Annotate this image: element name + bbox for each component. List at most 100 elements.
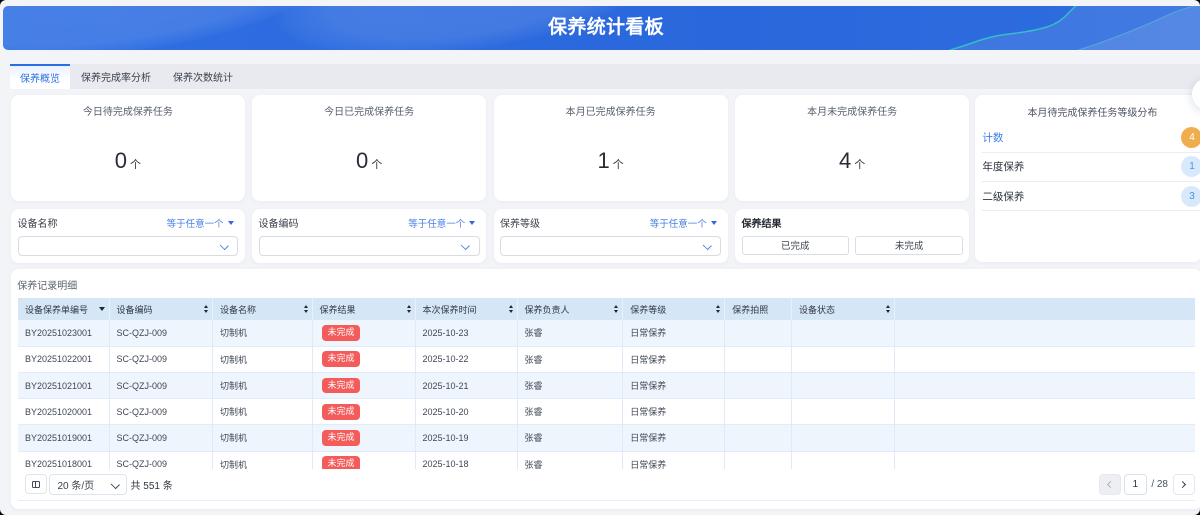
result-option-button[interactable]: 已完成 [741,235,849,256]
total-count: 共 551 条 [130,480,173,492]
table-cell: 张睿 [517,451,624,469]
table-cell: BY20251018001 [18,451,110,469]
table-cell: 张睿 [517,319,624,347]
table-row[interactable]: BY20251022001 SC-QZJ-009 切制机 未完成 2025-10-22 张… [18,346,1195,373]
level-label: 年度保养 [982,161,1025,174]
table-cell [791,319,896,347]
table-cell: 2025-10-18 [415,451,518,469]
level-count-badge: 3 [1181,185,1200,207]
column-header[interactable]: 保养负责人 [517,298,624,320]
filter-label: 设备编码 [258,219,299,231]
caret-down-icon [227,220,234,225]
table-row[interactable]: BY20251018001 SC-QZJ-009 切制机 未完成 2025-10-18 张… [18,451,1195,469]
table-cell: 日常保养 [622,372,726,400]
column-label: 设备状态 [798,304,835,315]
column-settings-button[interactable] [25,474,47,495]
sort-icon[interactable] [886,305,891,313]
level-label: 二级保养 [982,190,1025,203]
table-row[interactable]: BY20251021001 SC-QZJ-009 切制机 未完成 2025-10-21 张… [18,372,1195,400]
table-cell [791,346,896,373]
status-badge: 未完成 [322,377,361,394]
maintenance-table: 设备保养单编号 设备编码 设备名称 保养结果 本次保养时间 保养负责人 保养等级 保养拍照 设备… [18,298,1195,469]
caret-down-icon [710,220,717,225]
table-cell [791,451,896,469]
column-header[interactable]: 保养等级 [622,298,726,320]
status-badge: 未完成 [322,403,361,420]
table-cell: 未完成 [312,319,416,347]
column-header[interactable]: 设备编码 [109,298,213,320]
caret-down-icon [469,220,476,225]
table-cell: 张睿 [517,424,624,452]
stat-value: 4个 [839,148,866,173]
status-badge: 未完成 [322,324,361,341]
sort-icon[interactable] [406,305,411,313]
column-label: 设备编码 [116,304,153,315]
filter-card-1: 设备名称 等于任意一个 [11,208,245,263]
filter-select[interactable] [258,235,480,256]
tab-2[interactable]: 保养完成率分析 [70,64,162,90]
tab-3[interactable]: 保养次数统计 [162,64,244,90]
table-row[interactable]: BY20251020001 SC-QZJ-009 切制机 未完成 2025-10-20 张… [18,398,1195,426]
result-option-button[interactable]: 未完成 [855,235,963,256]
stat-unit: 个 [129,159,141,171]
sort-icon[interactable] [716,305,721,313]
column-header[interactable]: 保养结果 [312,298,416,320]
next-page-button[interactable] [1173,474,1195,495]
column-header[interactable]: 设备保养单编号 [18,298,110,320]
table-row[interactable]: BY20251023001 SC-QZJ-009 切制机 未完成 2025-10-23 张… [18,319,1195,347]
table-cell: SC-QZJ-009 [109,424,213,452]
stat-card-1: 今日待完成保养任务 0 个 [11,95,245,201]
table-cell: 2025-10-21 [415,372,518,400]
filter-select[interactable] [500,235,722,256]
table-cell: SC-QZJ-009 [109,398,213,426]
filter-select[interactable] [17,235,239,256]
column-label: 设备保养单编号 [25,304,89,315]
chevron-left-icon [1107,481,1115,489]
sort-icon[interactable] [303,305,308,313]
table-row[interactable]: BY20251019001 SC-QZJ-009 切制机 未完成 2025-10-19 张… [18,424,1195,452]
column-header[interactable]: 保养拍照 [724,298,792,320]
column-header[interactable]: 设备名称 [212,298,313,320]
table-cell: SC-QZJ-009 [109,372,213,400]
table-cell: 切制机 [212,424,313,452]
page-total: / 28 [1151,478,1168,490]
level-panel-rows: 计数 4 年度保养 1 二级保养 3 [982,124,1200,212]
column-header [894,298,1195,320]
table-cell [894,346,1195,373]
table-cell [791,424,896,452]
page-input[interactable]: 1 [1123,474,1147,495]
status-badge: 未完成 [322,456,361,469]
sort-icon[interactable] [508,305,513,313]
table-cell [791,398,896,426]
table-cell: 张睿 [517,372,624,400]
stat-unit: 个 [612,159,624,171]
filter-caret-icon[interactable] [98,307,105,312]
table-cell: 2025-10-22 [415,346,518,373]
filter-operator[interactable]: 等于任意一个 [167,216,234,230]
column-header[interactable]: 设备状态 [791,298,896,320]
stat-value: 0个 [356,148,383,173]
table-cell: 切制机 [212,372,313,400]
filter-operator[interactable]: 等于任意一个 [650,216,717,230]
sort-icon[interactable] [614,305,619,313]
table-cell: 张睿 [517,346,624,373]
table-cell: SC-QZJ-009 [109,346,213,373]
column-label: 保养结果 [319,304,356,315]
table-cell: BY20251022001 [18,346,110,373]
column-header[interactable]: 本次保养时间 [415,298,518,320]
table-cell: 切制机 [212,451,313,469]
tab-1[interactable]: 保养概览 [10,63,70,89]
sort-icon[interactable] [204,305,208,313]
table-cell: 2025-10-23 [415,319,518,347]
page-size-select[interactable]: 20 条/页 [49,474,127,495]
prev-page-button[interactable] [1099,474,1121,495]
page-size-value: 20 条/页 [57,480,95,492]
table-cell [724,319,792,347]
level-row: 年度保养 1 [982,153,1200,182]
column-label: 保养等级 [630,304,667,315]
level-distribution-panel: 本月待完成保养任务等级分布 计数 4 年度保养 1 二级保养 3 [975,95,1200,262]
table-cell: 日常保养 [622,398,726,426]
table-cell: 切制机 [212,398,313,426]
filter-operator[interactable]: 等于任意一个 [408,216,476,230]
page: 保养统计看板 保养概览 保养完成率分析 保养次数统计 今日待完成保养任务 0 个今日已完… [0,0,1200,515]
